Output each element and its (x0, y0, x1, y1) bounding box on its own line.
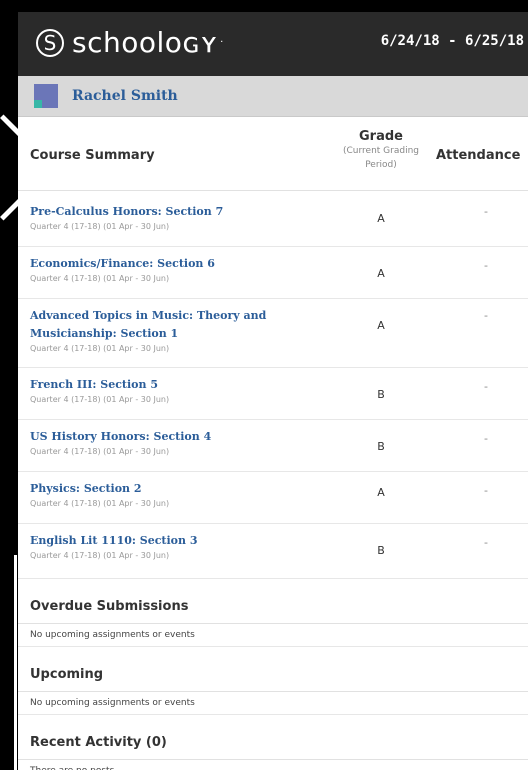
course-link[interactable]: Advanced Topics in Music: Theory and Mus… (30, 307, 350, 343)
date-range: 6/24/18 - 6/25/18 (380, 33, 524, 49)
course-term: Quarter 4 (17-18) (01 Apr - 30 Jun) (30, 447, 170, 456)
course-grade: B (377, 440, 385, 453)
upcoming-empty-text: No upcoming assignments or events (18, 692, 528, 715)
course-link[interactable]: Economics/Finance: Section 6 (30, 255, 350, 273)
course-attendance: - (484, 259, 488, 272)
app-header: S schoolᴏɢʏ · 6/24/18 - 6/25/18 (18, 12, 528, 76)
course-term: Quarter 4 (17-18) (01 Apr - 30 Jun) (30, 344, 170, 353)
grade-column-header: Grade (Current Grading Period) (336, 129, 426, 172)
course-attendance: - (484, 432, 488, 445)
logo-wordmark: schoolᴏɢʏ (72, 26, 219, 59)
recent-activity-heading: Recent Activity (0) (18, 727, 528, 760)
avatar[interactable] (34, 84, 58, 108)
user-bar: Rachel Smith (18, 76, 528, 117)
course-link[interactable]: Pre-Calculus Honors: Section 7 (30, 203, 350, 221)
course-link[interactable]: English Lit 1110: Section 3 (30, 532, 350, 550)
course-row: Pre-Calculus Honors: Section 7 Quarter 4… (18, 191, 528, 247)
course-grade: A (377, 486, 385, 499)
recent-activity-empty-text: There are no posts (18, 760, 528, 770)
course-term: Quarter 4 (17-18) (01 Apr - 30 Jun) (30, 395, 170, 404)
callout-line (14, 555, 17, 770)
course-term: Quarter 4 (17-18) (01 Apr - 30 Jun) (30, 274, 170, 283)
course-row: Economics/Finance: Section 6 Quarter 4 (… (18, 247, 528, 299)
grade-subtitle: (Current Grading Period) (343, 146, 419, 170)
logo-s-icon: S (36, 28, 64, 57)
logo-mark: · (220, 37, 224, 48)
schoology-logo[interactable]: S schoolᴏɢʏ · (36, 26, 223, 59)
upcoming-heading: Upcoming (18, 659, 528, 692)
course-link[interactable]: Physics: Section 2 (30, 480, 350, 498)
course-summary-title: Course Summary (30, 148, 155, 163)
course-row: Physics: Section 2 Quarter 4 (17-18) (01… (18, 472, 528, 524)
course-row: US History Honors: Section 4 Quarter 4 (… (18, 420, 528, 472)
course-attendance: - (484, 309, 488, 322)
course-grade: B (377, 544, 385, 557)
course-term: Quarter 4 (17-18) (01 Apr - 30 Jun) (30, 499, 170, 508)
course-grade: A (377, 212, 385, 225)
course-attendance: - (484, 536, 488, 549)
course-attendance: - (484, 484, 488, 497)
schoology-panel: S schoolᴏɢʏ · 6/24/18 - 6/25/18 Rachel S… (18, 12, 528, 770)
overdue-heading: Overdue Submissions (18, 591, 528, 624)
course-link[interactable]: US History Honors: Section 4 (30, 428, 350, 446)
overdue-empty-text: No upcoming assignments or events (18, 624, 528, 647)
course-grade: A (377, 267, 385, 280)
course-term: Quarter 4 (17-18) (01 Apr - 30 Jun) (30, 551, 170, 560)
course-attendance: - (484, 205, 488, 218)
course-row: French III: Section 5 Quarter 4 (17-18) … (18, 368, 528, 420)
course-row: Advanced Topics in Music: Theory and Mus… (18, 299, 528, 368)
course-link[interactable]: French III: Section 5 (30, 376, 350, 394)
user-name-link[interactable]: Rachel Smith (72, 88, 178, 104)
course-grade: B (377, 388, 385, 401)
course-summary-header: Course Summary Grade (Current Grading Pe… (18, 117, 528, 191)
course-row: English Lit 1110: Section 3 Quarter 4 (1… (18, 524, 528, 579)
course-grade: A (377, 319, 385, 332)
course-term: Quarter 4 (17-18) (01 Apr - 30 Jun) (30, 222, 170, 231)
attendance-column-header: Attendance (436, 148, 521, 163)
course-attendance: - (484, 380, 488, 393)
grade-title: Grade (359, 129, 403, 144)
